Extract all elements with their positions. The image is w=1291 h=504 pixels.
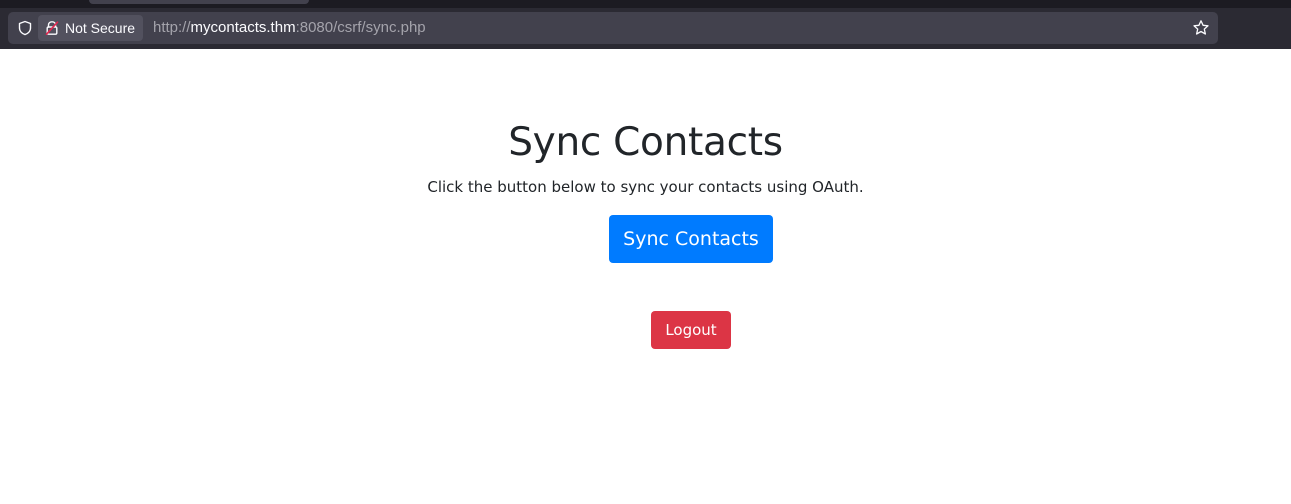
browser-toolbar: Not Secure http://mycontacts.thm:8080/cs…	[0, 0, 1291, 49]
address-bar[interactable]: Not Secure http://mycontacts.thm:8080/cs…	[8, 12, 1218, 44]
site-security-indicator[interactable]: Not Secure	[38, 15, 144, 41]
page-title: Sync Contacts	[508, 120, 783, 165]
url-host: mycontacts.thm	[190, 19, 296, 36]
tab-strip	[0, 0, 1291, 8]
logout-button[interactable]: Logout	[651, 311, 731, 349]
url-path: :8080/csrf/sync.php	[295, 19, 426, 36]
shield-icon[interactable]	[17, 20, 33, 36]
not-secure-label: Not Secure	[65, 20, 136, 36]
browser-tab[interactable]	[89, 0, 309, 4]
url-scheme: http://	[153, 19, 191, 36]
insecure-lock-icon	[45, 21, 59, 35]
sync-contacts-button[interactable]: Sync Contacts	[609, 215, 773, 263]
page-description: Click the button below to sync your cont…	[427, 178, 864, 196]
page-content: Sync Contacts Click the button below to …	[0, 49, 1291, 504]
bookmark-star-icon[interactable]	[1192, 19, 1210, 37]
url-text[interactable]: http://mycontacts.thm:8080/csrf/sync.php	[153, 12, 426, 44]
